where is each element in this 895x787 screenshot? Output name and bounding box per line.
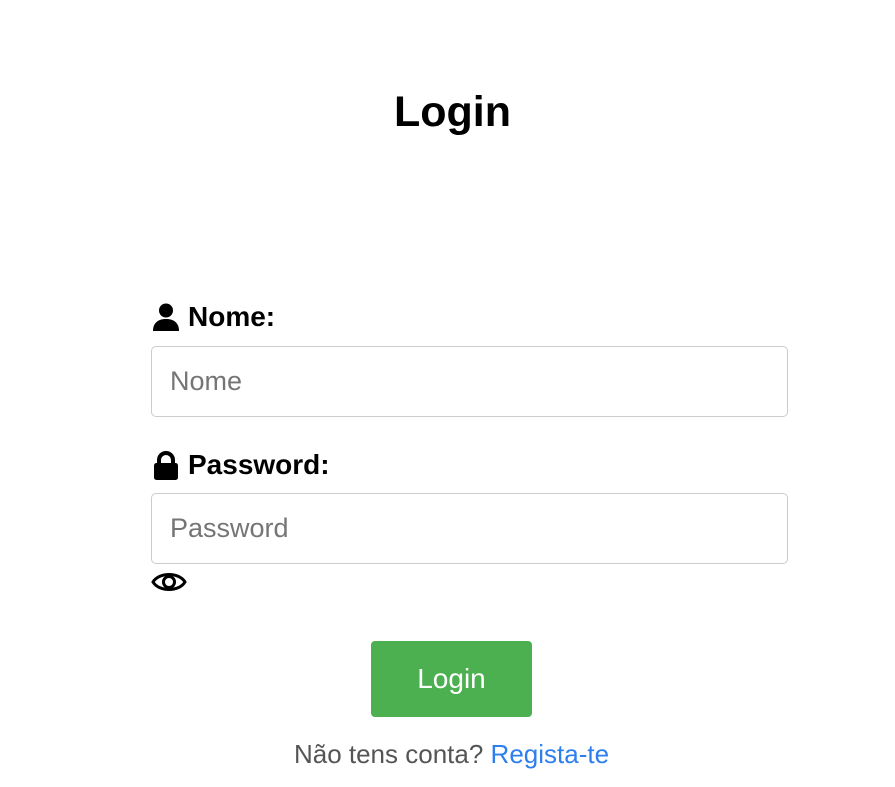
register-link[interactable]: Regista-te: [491, 739, 610, 769]
lock-icon: [151, 450, 181, 480]
eye-icon[interactable]: [151, 566, 187, 598]
password-label-text: Password:: [188, 449, 330, 480]
nome-label: Nome:: [151, 300, 275, 334]
password-label: Password:: [151, 448, 330, 482]
login-page: Login Nome: Password: Login Não tens con…: [0, 0, 895, 787]
user-icon: [151, 302, 181, 332]
nome-input[interactable]: [151, 346, 788, 417]
login-button[interactable]: Login: [371, 641, 532, 717]
signup-prompt-text: Não tens conta?: [293, 739, 484, 769]
nome-label-text: Nome:: [188, 301, 276, 332]
signup-prompt: Não tens conta? Regista-te: [0, 737, 895, 771]
page-title: Login: [393, 88, 511, 136]
password-input[interactable]: [151, 493, 788, 564]
